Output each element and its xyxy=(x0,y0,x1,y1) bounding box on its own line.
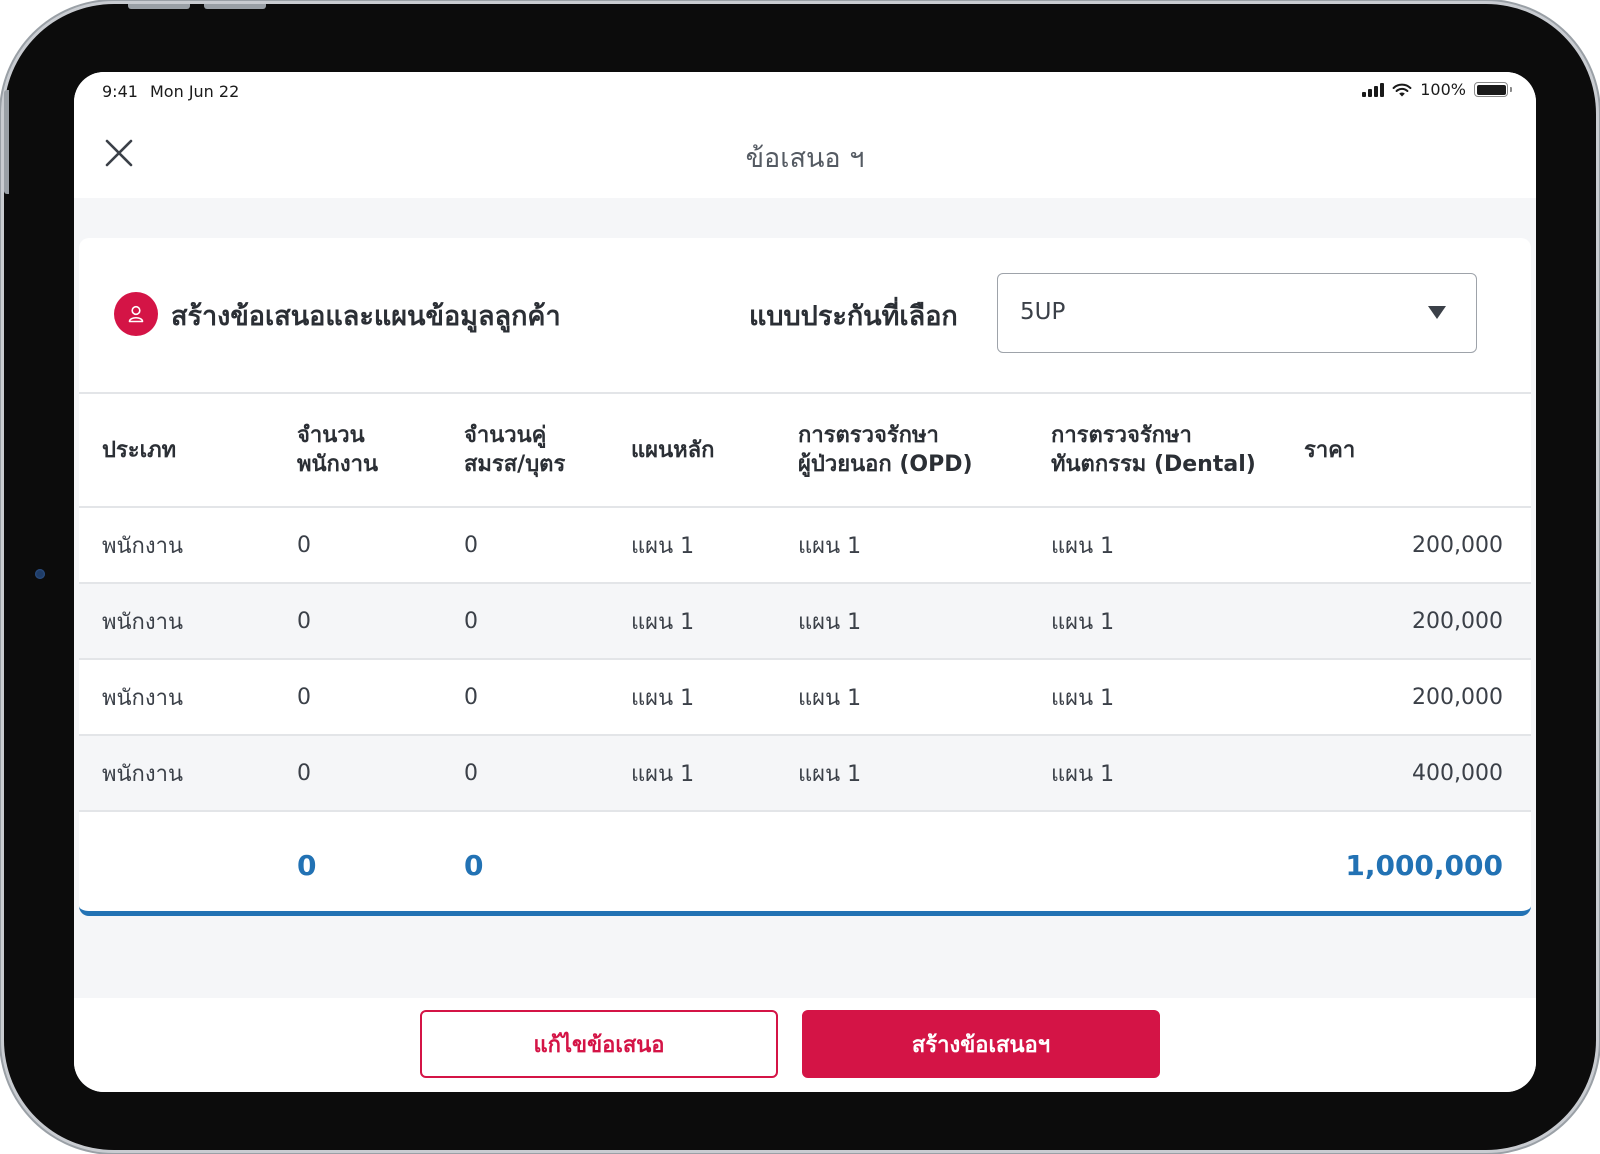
cell-opd: แผน 1 xyxy=(798,735,1051,812)
cell-opd: แผน 1 xyxy=(798,507,1051,584)
cell-spouse-children: 0 xyxy=(464,507,631,584)
volume-button xyxy=(128,4,190,9)
cell-main-plan: แผน 1 xyxy=(631,583,798,660)
bottom-action-bar: แก้ไขข้อเสนอ สร้างข้อเสนอฯ xyxy=(74,998,1536,1092)
cell-dental: แผน 1 xyxy=(1051,659,1304,736)
cell-opd: แผน 1 xyxy=(798,659,1051,736)
header-main-plan: แผนหลัก xyxy=(631,394,798,508)
cell-price: 200,000 xyxy=(1304,507,1531,584)
status-bar: 9:41 Mon Jun 22 100% xyxy=(74,72,1536,116)
caret-down-icon xyxy=(1428,306,1446,319)
wifi-icon xyxy=(1392,83,1412,96)
table-row: พนักงาน 0 0 แผน 1 แผน 1 แผน 1 200,000 xyxy=(79,507,1531,584)
table-row: พนักงาน 0 0 แผน 1 แผน 1 แผน 1 400,000 xyxy=(79,735,1531,812)
cell-main-plan: แผน 1 xyxy=(631,507,798,584)
cell-price: 400,000 xyxy=(1304,735,1531,812)
header-type: ประเภท xyxy=(79,394,297,508)
cell-opd: แผน 1 xyxy=(798,583,1051,660)
screen: 9:41 Mon Jun 22 100% ข้อเสนอ ฯ สร้างข้อเ… xyxy=(74,72,1536,1092)
table-header-row: ประเภท จำนวน พนักงาน จำนวนคู่ สมรส/บุตร แผ… xyxy=(79,394,1531,508)
cellular-signal-icon xyxy=(1362,82,1385,97)
total-empty-cell xyxy=(631,811,798,911)
nav-bar: ข้อเสนอ ฯ xyxy=(74,116,1536,198)
page-title: ข้อเสนอ ฯ xyxy=(745,143,865,174)
power-button xyxy=(4,90,9,194)
total-employees: 0 xyxy=(297,849,317,882)
table-row: พนักงาน 0 0 แผน 1 แผน 1 แผน 1 200,000 xyxy=(79,659,1531,736)
edit-proposal-button[interactable]: แก้ไขข้อเสนอ xyxy=(420,1010,778,1078)
card-title: สร้างข้อเสนอและแผนข้อมูลลูกค้า xyxy=(171,301,561,332)
total-label-cell xyxy=(79,811,297,911)
header-employees: จำนวน พนักงาน xyxy=(297,394,464,508)
create-proposal-button[interactable]: สร้างข้อเสนอฯ xyxy=(802,1010,1160,1078)
total-empty-cell xyxy=(798,811,1051,911)
header-price: ราคา xyxy=(1304,394,1531,508)
card-header: สร้างข้อเสนอและแผนข้อมูลลูกค้า แบบประกัน… xyxy=(79,238,1531,394)
table-row: พนักงาน 0 0 แผน 1 แผน 1 แผน 1 200,000 xyxy=(79,583,1531,660)
header-opd: การตรวจรักษา ผู้ป่วยนอก (OPD) xyxy=(798,394,1051,508)
total-spouse-children: 0 xyxy=(464,849,484,882)
front-camera xyxy=(35,569,45,579)
plan-select-label: แบบประกันที่เลือก xyxy=(749,301,958,332)
tablet-frame: 9:41 Mon Jun 22 100% ข้อเสนอ ฯ สร้างข้อเ… xyxy=(4,4,1596,1150)
volume-button xyxy=(204,4,266,9)
plan-select-value: 5UP xyxy=(1020,299,1066,325)
status-indicators: 100% xyxy=(1362,80,1512,99)
total-row: 0 0 1,000,000 xyxy=(79,811,1531,911)
status-date: Mon Jun 22 xyxy=(150,82,240,101)
cell-spouse-children: 0 xyxy=(464,583,631,660)
cell-type: พนักงาน xyxy=(79,583,297,660)
plan-table: ประเภท จำนวน พนักงาน จำนวนคู่ สมรส/บุตร แผ… xyxy=(79,394,1531,911)
battery-percent: 100% xyxy=(1420,80,1466,99)
cell-spouse-children: 0 xyxy=(464,735,631,812)
cell-spouse-children: 0 xyxy=(464,659,631,736)
person-icon xyxy=(114,292,158,336)
cell-main-plan: แผน 1 xyxy=(631,659,798,736)
cell-type: พนักงาน xyxy=(79,507,297,584)
cell-type: พนักงาน xyxy=(79,659,297,736)
cell-main-plan: แผน 1 xyxy=(631,735,798,812)
proposal-card: สร้างข้อเสนอและแผนข้อมูลลูกค้า แบบประกัน… xyxy=(79,238,1531,916)
cell-price: 200,000 xyxy=(1304,583,1531,660)
cell-employees: 0 xyxy=(297,735,464,812)
total-empty-cell xyxy=(1051,811,1304,911)
total-price: 1,000,000 xyxy=(1345,849,1503,882)
plan-select[interactable]: 5UP xyxy=(997,273,1477,353)
cell-type: พนักงาน xyxy=(79,735,297,812)
battery-icon xyxy=(1474,82,1512,97)
cell-dental: แผน 1 xyxy=(1051,507,1304,584)
cell-employees: 0 xyxy=(297,659,464,736)
cell-employees: 0 xyxy=(297,583,464,660)
cell-price: 200,000 xyxy=(1304,659,1531,736)
cell-dental: แผน 1 xyxy=(1051,583,1304,660)
header-spouse-children: จำนวนคู่ สมรส/บุตร xyxy=(464,394,631,508)
cell-employees: 0 xyxy=(297,507,464,584)
cell-dental: แผน 1 xyxy=(1051,735,1304,812)
header-dental: การตรวจรักษา ทันตกรรม (Dental) xyxy=(1051,394,1304,508)
status-time: 9:41 xyxy=(102,82,138,101)
